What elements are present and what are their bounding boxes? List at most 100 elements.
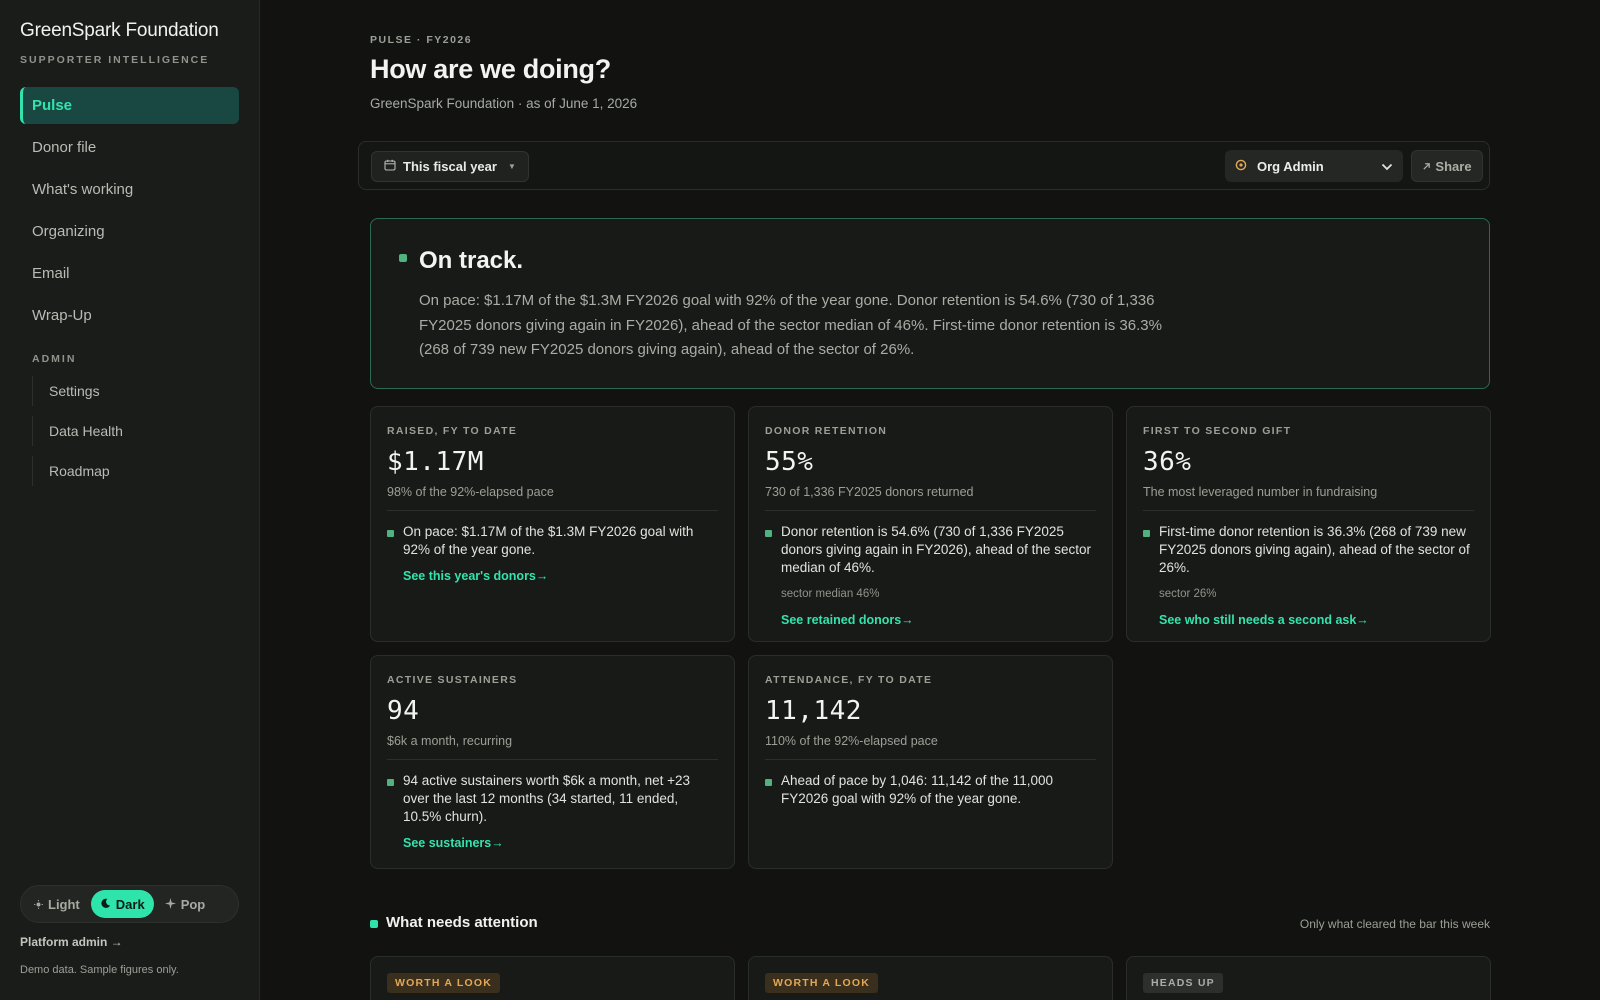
main-nav: Pulse Donor file What's working Organizi…	[20, 87, 239, 339]
metric-detail: First-time donor retention is 36.3% (268…	[1159, 523, 1475, 629]
demo-data-note: Demo data. Sample figures only.	[20, 964, 179, 976]
metric-value: 55%	[765, 447, 814, 477]
metric-caption: $6k a month, recurring	[387, 734, 513, 748]
nav-item-pulse[interactable]: Pulse	[20, 87, 239, 124]
metric-card-raised: RAISED, FY TO DATE $1.17M 98% of the 92%…	[370, 406, 735, 642]
share-label: Share	[1435, 158, 1472, 174]
admin-item-settings[interactable]: Settings	[32, 376, 232, 406]
status-text: On pace: $1.17M of the $1.3M FY2026 goal…	[419, 292, 1162, 358]
caret-down-icon: ▼	[507, 162, 516, 171]
metric-card-active-sustainers: ACTIVE SUSTAINERS 94 $6k a month, recurr…	[370, 655, 735, 869]
metric-value: 36%	[1143, 447, 1192, 477]
metric-detail-text: First-time donor retention is 36.3% (268…	[1159, 524, 1470, 575]
metric-detail-text: On pace: $1.17M of the $1.3M FY2026 goal…	[403, 524, 694, 557]
metric-detail: Ahead of pace by 1,046: 11,142 of the 11…	[781, 772, 1097, 808]
metric-value: $1.17M	[387, 447, 484, 477]
sun-icon	[34, 897, 43, 912]
attention-section-note: Only what cleared the bar this week	[1299, 917, 1490, 931]
attention-card[interactable]: WORTH A LOOK	[370, 956, 735, 1000]
nav-item-wrap-up[interactable]: Wrap-Up	[20, 297, 239, 334]
attention-card[interactable]: WORTH A LOOK	[748, 956, 1113, 1000]
metric-caption: 98% of the 92%-elapsed pace	[387, 485, 554, 499]
calendar-icon	[384, 159, 396, 174]
theme-pop-label: Pop	[180, 896, 206, 912]
metric-card-donor-retention: DONOR RETENTION 55% 730 of 1,336 FY2025 …	[748, 406, 1113, 642]
metric-detail-text: 94 active sustainers worth $6k a month, …	[403, 773, 691, 824]
share-button[interactable]: Share	[1411, 150, 1483, 182]
metric-card-attendance: ATTENDANCE, FY TO DATE 11,142 110% of th…	[748, 655, 1113, 869]
worth-a-look-badge: WORTH A LOOK	[387, 973, 501, 993]
divider	[765, 510, 1096, 511]
theme-pop-option[interactable]: Pop	[156, 890, 215, 918]
metric-label: ACTIVE SUSTAINERS	[387, 674, 518, 686]
arrow-up-right-icon	[1422, 159, 1431, 174]
metric-value: 94	[387, 696, 420, 726]
period-selector[interactable]: This fiscal year ▼	[371, 151, 529, 182]
metric-label: RAISED, FY TO DATE	[387, 425, 518, 437]
heads-up-badge: HEADS UP	[1143, 973, 1223, 993]
nav-item-organizing[interactable]: Organizing	[20, 213, 239, 250]
nav-item-email[interactable]: Email	[20, 255, 239, 292]
metric-detail: On pace: $1.17M of the $1.3M FY2026 goal…	[403, 523, 719, 585]
nav-item-donor-file[interactable]: Donor file	[20, 129, 239, 166]
metric-value: 11,142	[765, 696, 862, 726]
status-indicator	[765, 779, 772, 786]
attention-section-title: What needs attention	[386, 914, 538, 931]
status-indicator	[387, 530, 394, 537]
toolbar: This fiscal year ▼ Org Admin Share	[358, 141, 1490, 190]
metric-caption: 730 of 1,336 FY2025 donors returned	[765, 485, 974, 499]
section-indicator	[370, 920, 378, 928]
admin-item-data-health[interactable]: Data Health	[32, 416, 232, 446]
platform-admin-link[interactable]: Platform admin →	[20, 935, 123, 949]
status-indicator	[765, 530, 772, 537]
metric-detail: 94 active sustainers worth $6k a month, …	[403, 772, 719, 852]
benchmark-note: sector median 46%	[781, 588, 880, 600]
admin-nav: Settings Data Health Roadmap	[32, 376, 232, 496]
divider	[387, 759, 718, 760]
see-second-ask-link[interactable]: See who still needs a second ask→	[1159, 611, 1369, 629]
metric-detail-text: Donor retention is 54.6% (730 of 1,336 F…	[781, 524, 1091, 575]
role-select[interactable]: Org Admin	[1225, 150, 1403, 182]
sparkle-icon	[164, 897, 176, 912]
status-summary-panel: On track. On pace: $1.17M of the $1.3M F…	[370, 218, 1490, 389]
admin-item-roadmap[interactable]: Roadmap	[32, 456, 232, 486]
metric-detail: Donor retention is 54.6% (730 of 1,336 F…	[781, 523, 1097, 629]
theme-switch: Light Dark Pop	[20, 885, 239, 923]
period-label: This fiscal year	[403, 159, 497, 174]
chevron-down-icon	[1381, 159, 1393, 174]
brand-name: GreenSpark Foundation	[20, 20, 219, 41]
divider	[765, 759, 1096, 760]
see-this-years-donors-link[interactable]: See this year's donors→	[403, 567, 548, 585]
metric-caption: The most leveraged number in fundraising	[1143, 485, 1378, 499]
status-title: On track.	[419, 247, 524, 274]
metric-caption: 110% of the 92%-elapsed pace	[765, 734, 938, 748]
worth-a-look-badge: WORTH A LOOK	[765, 973, 879, 993]
divider	[387, 510, 718, 511]
status-indicator	[1143, 530, 1150, 537]
metric-label: FIRST TO SECOND GIFT	[1143, 425, 1292, 437]
metric-detail-text: Ahead of pace by 1,046: 11,142 of the 11…	[781, 773, 1053, 806]
admin-section-label: ADMIN	[32, 353, 77, 365]
theme-dark-option[interactable]: Dark	[90, 890, 154, 918]
divider	[1143, 510, 1474, 511]
eye-icon	[1235, 159, 1247, 174]
page-title: How are we doing?	[370, 54, 611, 84]
benchmark-note: sector 26%	[1159, 588, 1217, 600]
brand-subtitle: SUPPORTER INTELLIGENCE	[20, 54, 210, 66]
role-label: Org Admin	[1257, 158, 1324, 174]
theme-light-option[interactable]: Light	[25, 890, 89, 918]
sidebar: GreenSpark Foundation SUPPORTER INTELLIG…	[0, 0, 260, 1000]
page-subtitle: GreenSpark Foundation · as of June 1, 20…	[370, 96, 638, 111]
see-sustainers-link[interactable]: See sustainers→	[403, 834, 504, 852]
metric-label: ATTENDANCE, FY TO DATE	[765, 674, 933, 686]
theme-light-label: Light	[48, 896, 80, 912]
see-retained-donors-link[interactable]: See retained donors→	[781, 611, 914, 629]
metric-card-first-to-second-gift: FIRST TO SECOND GIFT 36% The most levera…	[1126, 406, 1491, 642]
moon-icon	[100, 897, 111, 912]
status-indicator	[399, 254, 407, 262]
metric-label: DONOR RETENTION	[765, 425, 888, 437]
nav-item-whats-working[interactable]: What's working	[20, 171, 239, 208]
attention-card[interactable]: HEADS UP	[1126, 956, 1491, 1000]
page-eyebrow: PULSE · FY2026	[370, 34, 473, 46]
status-indicator	[387, 779, 394, 786]
